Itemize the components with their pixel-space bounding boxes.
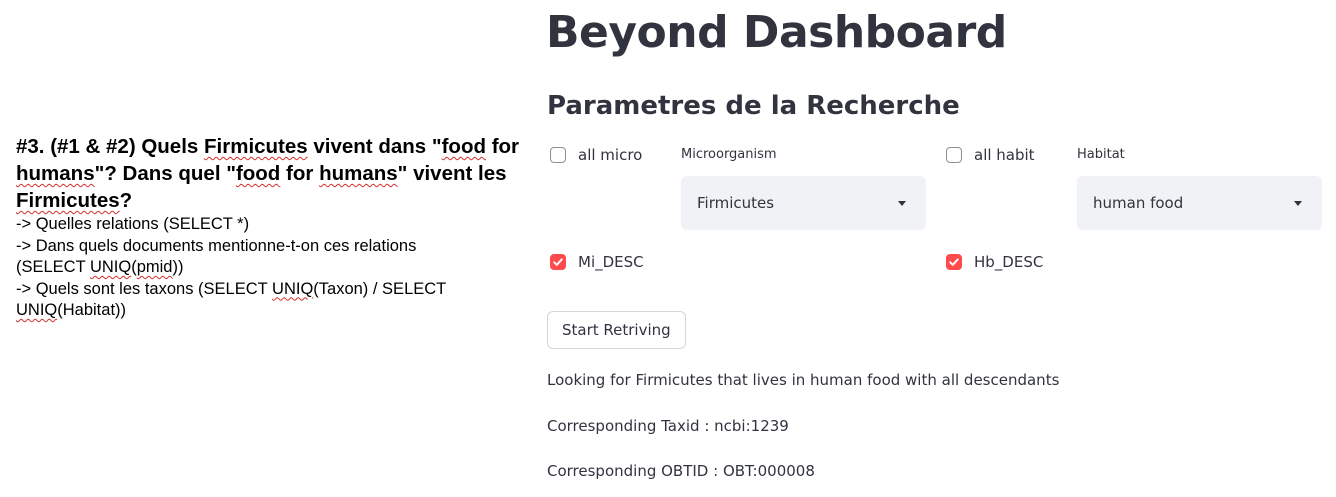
looking-for-text: Looking for Firmicutes that lives in hum… [547,371,1060,389]
all-micro-label: all micro [578,146,643,164]
note-lines: -> Quelles relations (SELECT *) -> Dans q… [16,214,521,322]
microorganism-label: Microorganism [681,147,777,162]
note-heading: #3. (#1 & #2) Quels Firmicutes vivent da… [16,133,521,214]
hb-desc-label: Hb_DESC [974,253,1044,271]
hb-desc-box[interactable] [946,254,962,270]
note-text: " vivent les [397,162,507,185]
microorganism-select-value: Firmicutes [697,194,775,212]
habitat-select-value: human food [1093,194,1184,212]
hb-desc-checkbox[interactable]: Hb_DESC [946,253,1043,271]
start-retrieving-button[interactable]: Start Retriving [547,311,686,349]
spellcheck-word: humans [16,162,95,185]
note-text: -> Quels sont les taxons (SELECT [16,279,273,298]
check-icon [553,258,563,266]
note-text: -> Quelles relations (SELECT *) [16,215,250,233]
note-text: for [486,135,520,158]
spellcheck-word: UNIQ [272,279,314,298]
spellcheck-word: pmid [136,258,173,276]
spellcheck-word: food [235,162,281,185]
note-panel: #3. (#1 & #2) Quels Firmicutes vivent da… [16,133,521,322]
note-line: -> Dans quels documents mentionne-t-on c… [16,236,521,258]
note-text: (Taxon) / SELECT [313,279,447,298]
note-text: "? Dans quel " [94,162,236,185]
all-habit-checkbox[interactable]: all habit [946,146,1035,164]
note-line: -> Quelles relations (SELECT *) [16,214,521,236]
note-text: vivent dans " [307,135,442,158]
note-text: ? [119,189,133,212]
spellcheck-word: Firmicutes [16,189,120,212]
habitat-select[interactable]: human food [1077,176,1322,230]
mi-desc-box[interactable] [550,254,566,270]
note-text: -> Dans quels documents mentionne-t-on c… [16,236,417,255]
taxid-text: Corresponding Taxid : ncbi:1239 [547,417,789,435]
all-habit-box[interactable] [946,147,962,163]
page-title: Beyond Dashboard [546,7,1007,58]
spellcheck-word: UNIQ [16,301,58,319]
spellcheck-word: food [441,135,486,158]
spellcheck-word: UNIQ [89,258,132,276]
note-text: for [280,162,320,185]
check-icon [949,258,959,266]
all-micro-checkbox[interactable]: all micro [550,146,642,164]
habitat-label: Habitat [1077,147,1125,162]
chevron-down-icon [1294,200,1302,206]
note-line: UNIQ(Habitat)) [16,300,521,322]
all-habit-label: all habit [974,146,1035,164]
note-text: )) [172,258,184,276]
section-subheader: Parametres de la Recherche [547,91,960,121]
mi-desc-label: Mi_DESC [578,253,644,271]
note-text: (Habitat)) [57,301,127,319]
note-text: (SELECT [16,258,90,276]
microorganism-select[interactable]: Firmicutes [681,176,926,230]
chevron-down-icon [898,200,906,206]
spellcheck-word: Firmicutes [204,135,308,158]
note-line: -> Quels sont les taxons (SELECT UNIQ(Ta… [16,279,521,301]
spellcheck-word: humans [319,162,398,185]
mi-desc-checkbox[interactable]: Mi_DESC [550,253,644,271]
obtid-text: Corresponding OBTID : OBT:000008 [547,462,815,480]
all-micro-box[interactable] [550,147,566,163]
note-text: #3. (#1 & #2) Quels [16,135,205,158]
note-line: (SELECT UNIQ(pmid)) [16,257,521,279]
